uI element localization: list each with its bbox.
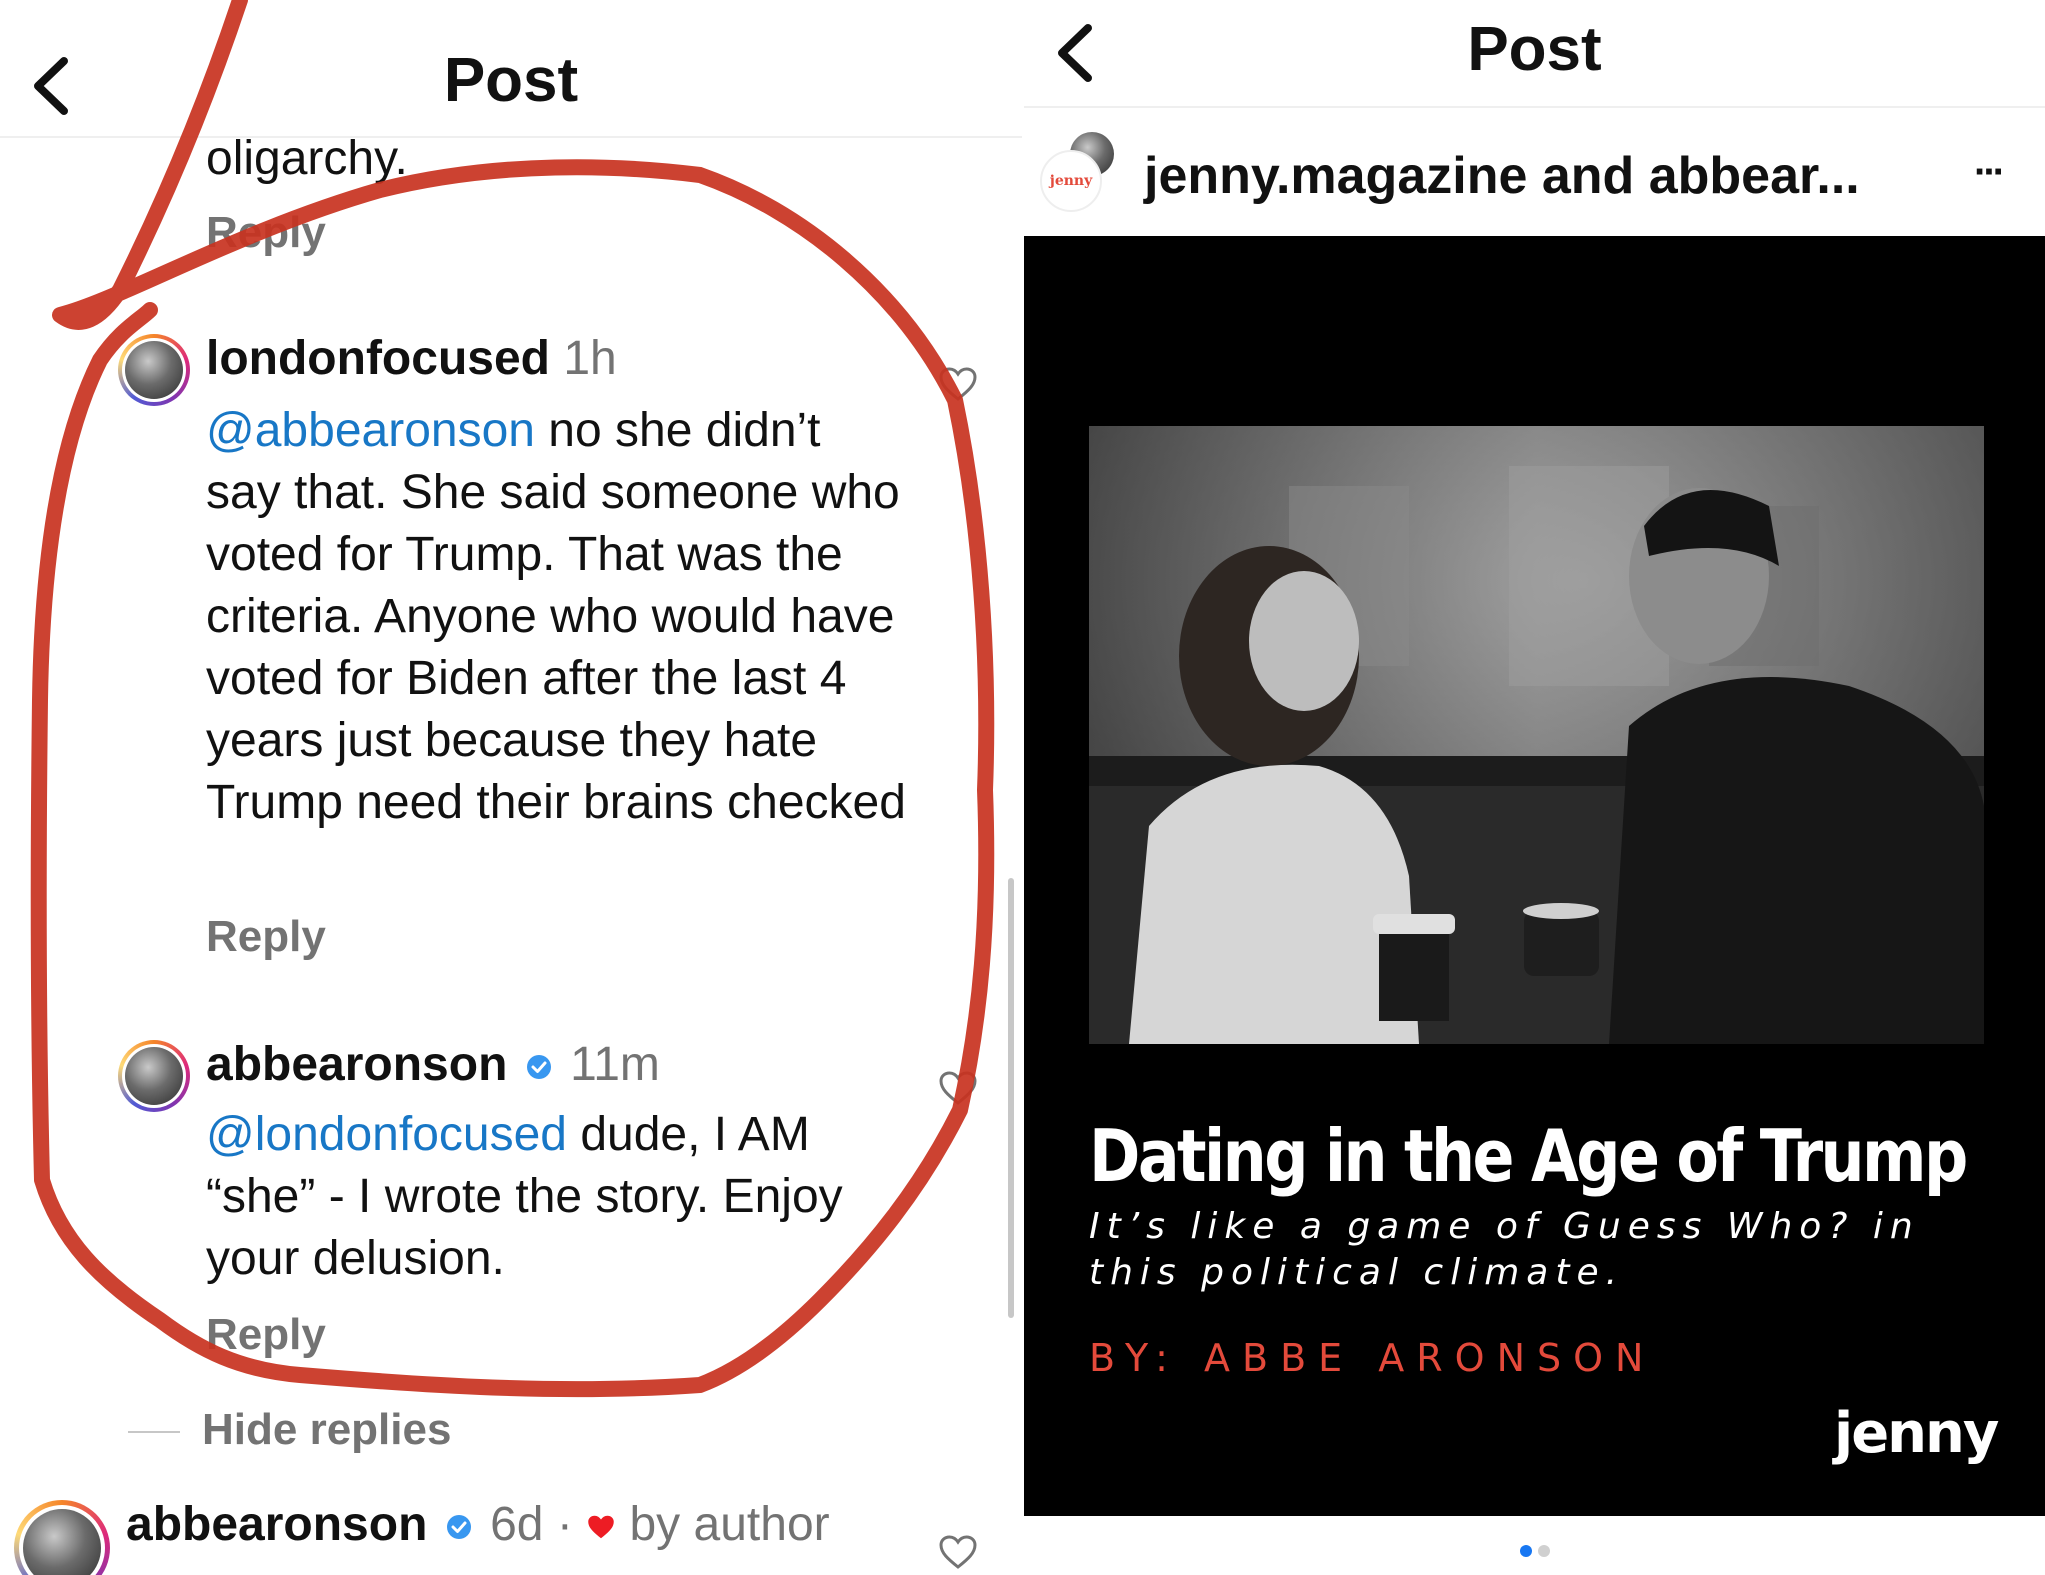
comment-username[interactable]: abbearonson	[206, 1038, 507, 1091]
avatar[interactable]	[14, 1500, 110, 1575]
avatar[interactable]	[118, 1040, 190, 1112]
scrollbar[interactable]	[1008, 878, 1014, 1318]
verified-badge-icon	[446, 1515, 471, 1540]
comment-header: abbearonson 6d · by author	[126, 1494, 830, 1556]
mention-link[interactable]: @londonfocused	[206, 1108, 567, 1161]
carousel-dot	[1537, 1545, 1550, 1557]
comment-username[interactable]: londonfocused	[206, 332, 550, 385]
comment-username[interactable]: abbearonson	[126, 1498, 427, 1551]
header-divider	[1024, 106, 2045, 108]
heart-outline-icon[interactable]	[938, 1534, 978, 1570]
comment-time: 6d	[490, 1498, 544, 1551]
collab-avatar[interactable]: jenny	[1040, 132, 1120, 212]
hide-replies-button[interactable]: Hide replies	[202, 1405, 451, 1455]
page-title: Post	[443, 46, 579, 115]
comment-time: 11m	[570, 1038, 660, 1091]
post-byline: BY: ABBE ARONSON	[1089, 1336, 1656, 1380]
separator-dot: ·	[556, 1498, 573, 1551]
carousel-dot-active	[1519, 1545, 1532, 1557]
hide-replies-line	[128, 1431, 180, 1433]
jenny-avatar-label: jenny	[1049, 173, 1093, 189]
prev-comment-tail: oligarchy.	[206, 132, 408, 185]
liked-by-author: by author	[629, 1498, 830, 1551]
mention-link[interactable]: @abbearonson	[206, 404, 535, 457]
comment-header: abbearonson 11m	[206, 1034, 660, 1096]
verified-badge-icon	[526, 1055, 551, 1080]
comment-body: @abbearonson no she didn’t say that. She…	[206, 400, 906, 834]
reply-button[interactable]: Reply	[206, 208, 326, 258]
page-title: Post	[1467, 15, 1602, 84]
heart-outline-icon[interactable]	[938, 1070, 978, 1106]
post-headline: Dating in the Age of Trump	[1089, 1114, 1968, 1198]
post-author[interactable]: jenny.magazine and abbear...	[1144, 146, 1860, 206]
jenny-avatar: jenny	[1040, 150, 1102, 212]
reply-button[interactable]: Reply	[206, 912, 326, 962]
heart-outline-icon[interactable]	[938, 366, 978, 402]
comments-panel: Post oligarchy. Reply londonfocused 1h @…	[0, 0, 1022, 1575]
heart-filled-icon	[588, 1516, 614, 1539]
comment-time: 1h	[563, 332, 617, 385]
more-icon[interactable]: ···	[1974, 150, 2006, 195]
comment-header: londonfocused 1h	[206, 328, 617, 390]
post-image[interactable]: Dating in the Age of Trump It’s like a g…	[1024, 236, 2045, 1516]
post-panel: Post jenny jenny.magazine and abbear... …	[1024, 0, 2045, 1575]
brand-logo: jenny	[1834, 1401, 1999, 1466]
comment-body: @londonfocused dude, I AM “she” - I wrot…	[206, 1104, 906, 1290]
couple-photo	[1089, 426, 1984, 1044]
post-subline: It’s like a game of Guess Who? in this p…	[1089, 1206, 1920, 1293]
carousel-indicator	[1024, 1545, 2045, 1557]
reply-button[interactable]: Reply	[206, 1310, 326, 1360]
comment-text: no she didn’t say that. She said someone…	[206, 404, 906, 829]
header-divider	[0, 136, 1022, 138]
avatar[interactable]	[118, 334, 190, 406]
